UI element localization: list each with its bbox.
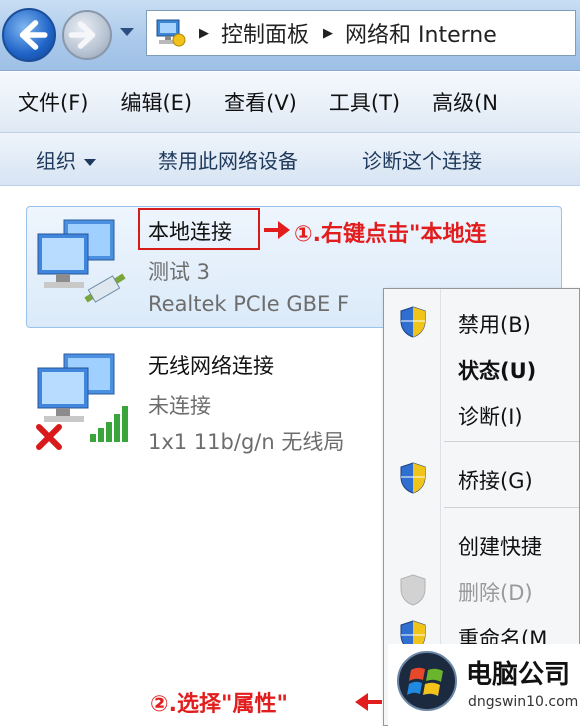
menu-edit[interactable]: 编辑(E): [120, 87, 192, 117]
step1-annotation: ①.右键点击"本地连: [294, 222, 487, 247]
menu-item-label: 创建快捷: [458, 535, 542, 559]
connection-name: 无线网络连接: [148, 354, 274, 378]
disconnected-x-icon: [36, 424, 62, 450]
red-arrow-icon: [355, 693, 382, 711]
menu-item-bridge[interactable]: 桥接(G): [384, 457, 579, 497]
breadcrumb-separator-icon: ▶: [323, 25, 334, 41]
breadcrumb-separator-icon: ▶: [199, 25, 209, 41]
forward-button[interactable]: [62, 10, 112, 60]
highlight-box: [138, 208, 260, 250]
menu-item-label: 状态(U): [458, 359, 537, 383]
recent-pages-dropdown[interactable]: [120, 28, 134, 36]
menu-item-label: 桥接(G): [458, 469, 533, 493]
watermark-url: dngswin10.com: [468, 694, 579, 710]
back-arrow-icon: [19, 20, 48, 50]
windows-logo-icon: [397, 651, 457, 711]
menu-advanced[interactable]: 高级(N: [432, 87, 498, 117]
watermark-logo: 电脑公司 dngswin10.com: [388, 644, 580, 726]
forward-arrow-icon: [68, 21, 96, 49]
menu-item-create-shortcut[interactable]: 创建快捷: [384, 523, 579, 563]
signal-strength-icon: [90, 406, 128, 442]
menu-item-label: 诊断(I): [458, 405, 523, 429]
menu-item-label: 删除(D): [458, 581, 533, 605]
command-bar: 组织 禁用此网络设备 诊断这个连接: [0, 133, 580, 186]
network-adapter-icon: [37, 219, 126, 303]
back-button[interactable]: [2, 8, 56, 62]
breadcrumb-network-internet[interactable]: 网络和 Interne: [345, 17, 497, 49]
menu-view[interactable]: 查看(V): [224, 87, 297, 117]
organize-label: 组织: [36, 148, 76, 173]
organize-button[interactable]: 组织: [36, 145, 96, 174]
disable-device-button[interactable]: 禁用此网络设备: [158, 145, 298, 174]
breadcrumb-control-panel[interactable]: 控制面板: [221, 17, 309, 49]
chevron-down-icon: [84, 158, 96, 166]
menu-separator: [444, 441, 579, 442]
diagnose-connection-button[interactable]: 诊断这个连接: [362, 145, 482, 174]
menu-item-disable[interactable]: 禁用(B): [384, 301, 579, 341]
uac-shield-icon: [400, 462, 426, 494]
uac-shield-icon: [400, 306, 426, 338]
menu-bar: 文件(F) 编辑(E) 查看(V) 工具(T) 高级(N: [0, 72, 580, 133]
menu-tools[interactable]: 工具(T): [329, 87, 400, 117]
red-arrow-icon: [264, 221, 290, 239]
connection-device: Realtek PCIe GBE F: [148, 292, 350, 316]
menu-separator: [444, 507, 579, 508]
menu-file[interactable]: 文件(F): [18, 87, 88, 117]
menu-item-status[interactable]: 状态(U): [384, 347, 579, 387]
uac-shield-icon: [400, 574, 426, 606]
connection-status: 未连接: [148, 394, 211, 418]
address-field[interactable]: ▶ 控制面板 ▶ 网络和 Interne: [146, 10, 576, 56]
menu-item-delete: 删除(D): [384, 569, 579, 609]
menu-item-diagnose[interactable]: 诊断(I): [384, 393, 579, 433]
watermark-brand: 电脑公司: [466, 660, 571, 690]
control-panel-icon: [156, 19, 186, 47]
step2-annotation: ②.选择"属性": [150, 692, 288, 717]
address-toolbar: ▶ 控制面板 ▶ 网络和 Interne: [0, 0, 580, 71]
connection-status: 测试 3: [148, 260, 211, 284]
connection-device: 1x1 11b/g/n 无线局: [148, 430, 345, 454]
menu-item-label: 禁用(B): [458, 313, 531, 337]
